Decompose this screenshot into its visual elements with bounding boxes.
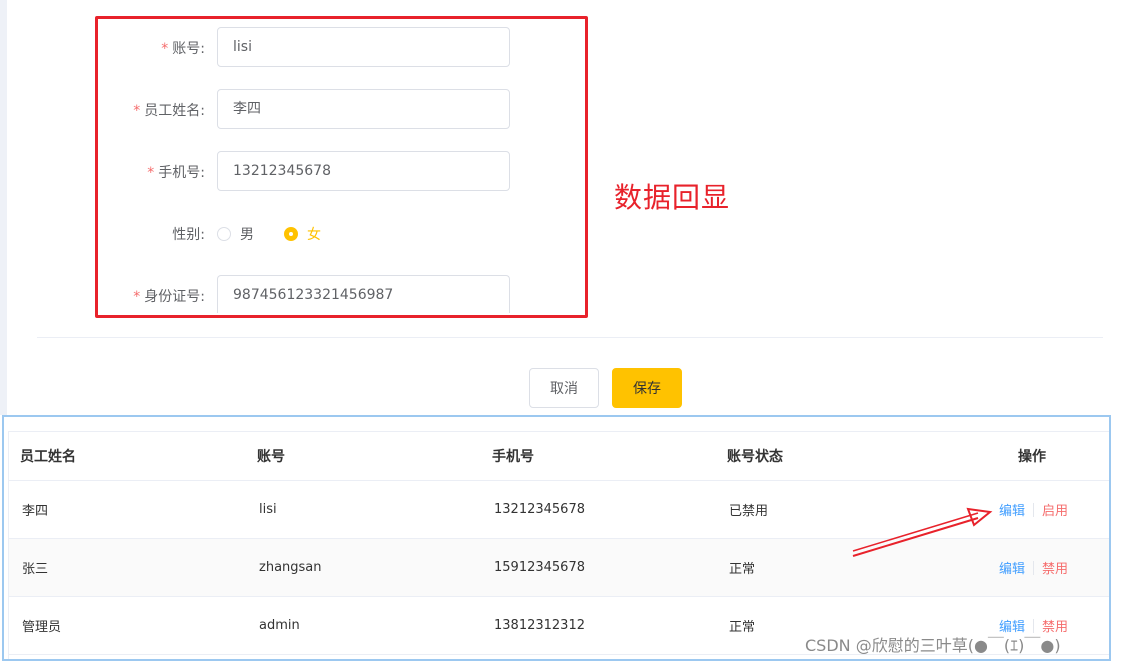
idcard-label-text: 身份证号: xyxy=(144,289,205,305)
gender-radio-female[interactable]: 女 xyxy=(284,224,321,244)
phone-label: * 手机号: xyxy=(5,162,205,182)
row-actions: 编辑 禁用 xyxy=(999,539,1068,596)
edit-link[interactable]: 编辑 xyxy=(999,558,1025,577)
header-phone: 手机号 xyxy=(492,449,534,465)
phone-input[interactable]: 13212345678 xyxy=(217,151,510,191)
cell-account: admin xyxy=(259,618,300,633)
cell-phone: 13212345678 xyxy=(494,502,585,517)
idcard-label: * 身份证号: xyxy=(5,286,205,306)
header-actions: 操作 xyxy=(1018,449,1046,465)
cell-account: lisi xyxy=(259,502,277,517)
header-name: 员工姓名 xyxy=(20,449,76,465)
account-label: * 账号: xyxy=(5,38,205,58)
gender-label: 性别: xyxy=(172,227,205,243)
csdn-watermark: CSDN @欣慰的三叶草(●￣(ｴ)￣●) xyxy=(805,636,1061,655)
gender-radio-male[interactable]: 男 xyxy=(217,224,254,244)
cancel-button[interactable]: 取消 xyxy=(529,368,599,408)
cell-phone: 13812312312 xyxy=(494,618,585,633)
required-mark: * xyxy=(133,289,141,305)
cell-status: 已禁用 xyxy=(729,504,769,519)
table-header-row: 员工姓名 账号 手机号 账号状态 操作 xyxy=(9,432,1109,481)
name-label: * 员工姓名: xyxy=(5,100,205,120)
cell-status: 正常 xyxy=(729,562,756,577)
idcard-input[interactable]: 987456123321456987 xyxy=(217,275,510,313)
disable-link[interactable]: 禁用 xyxy=(1042,558,1068,577)
row-actions: 编辑 启用 xyxy=(999,481,1068,538)
action-separator xyxy=(1033,618,1035,633)
phone-label-text: 手机号: xyxy=(158,165,205,181)
action-separator xyxy=(1033,560,1035,575)
name-label-text: 员工姓名: xyxy=(144,103,205,119)
cell-name: 管理员 xyxy=(22,620,62,635)
form-divider xyxy=(37,337,1103,338)
cell-name: 张三 xyxy=(22,562,49,577)
required-mark: * xyxy=(147,165,155,181)
gender-option-male: 男 xyxy=(240,227,254,243)
employee-table-panel: 员工姓名 账号 手机号 账号状态 操作 李四 lisi 13212345678 … xyxy=(2,415,1111,661)
cell-phone: 15912345678 xyxy=(494,560,585,575)
page: * 账号: lisi * 员工姓名: 李四 * 手机号: 13212345678 性别… xyxy=(0,0,1122,662)
gender-option-female: 女 xyxy=(307,227,321,243)
header-account: 账号 xyxy=(257,449,285,465)
table-row: 张三 zhangsan 15912345678 正常 编辑 禁用 xyxy=(9,539,1109,597)
save-button[interactable]: 保存 xyxy=(612,368,682,408)
required-mark: * xyxy=(133,103,141,119)
cell-name: 李四 xyxy=(22,504,49,519)
sidebar-edge xyxy=(0,0,7,415)
employee-table: 员工姓名 账号 手机号 账号状态 操作 李四 lisi 13212345678 … xyxy=(8,431,1109,659)
name-input[interactable]: 李四 xyxy=(217,89,510,129)
action-separator xyxy=(1033,502,1035,517)
enable-link[interactable]: 启用 xyxy=(1042,500,1068,519)
required-mark: * xyxy=(161,41,169,57)
annotation-echo-text: 数据回显 xyxy=(614,181,731,214)
edit-link[interactable]: 编辑 xyxy=(999,500,1025,519)
account-label-text: 账号: xyxy=(172,41,205,57)
account-input[interactable]: lisi xyxy=(217,27,510,67)
table-row: 李四 lisi 13212345678 已禁用 编辑 启用 xyxy=(9,481,1109,539)
radio-circle-icon xyxy=(217,227,231,241)
header-status: 账号状态 xyxy=(727,449,783,465)
gender-radio-group: 男 女 xyxy=(217,224,321,244)
cell-account: zhangsan xyxy=(259,560,322,575)
radio-checked-icon xyxy=(284,227,298,241)
cell-status: 正常 xyxy=(729,620,756,635)
